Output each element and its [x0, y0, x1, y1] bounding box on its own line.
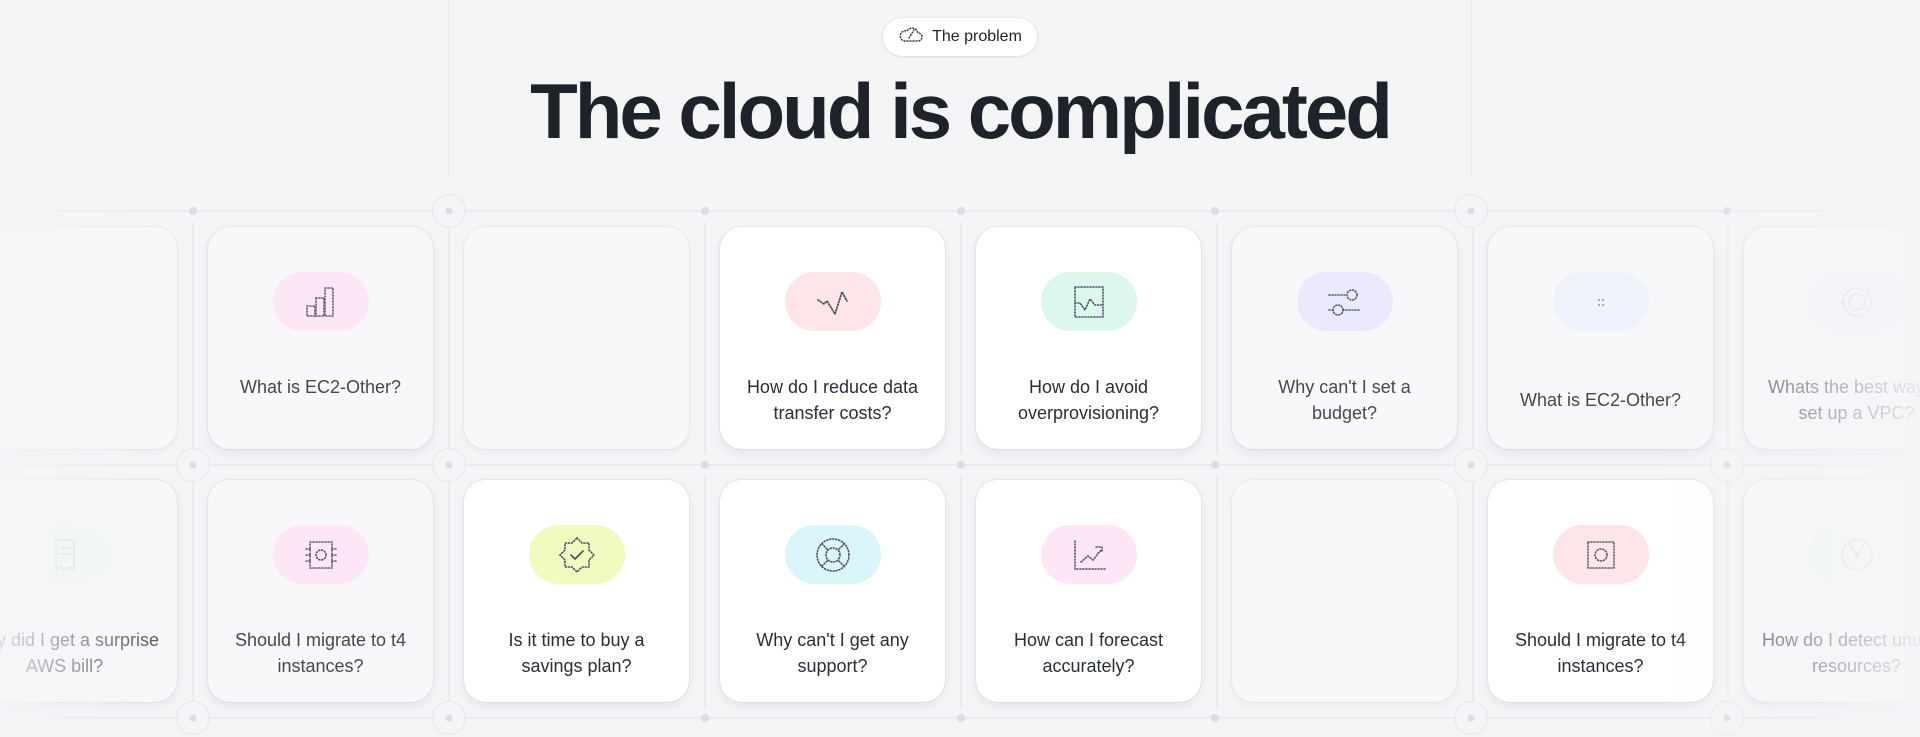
question-card[interactable]: Is it time to buy a savings plan? [464, 480, 689, 702]
question-text: Should I migrate to t4 instances? [234, 630, 407, 676]
question-card[interactable]: What is EC2-Other? [208, 227, 433, 449]
grid-junction [701, 461, 709, 469]
grid-line [960, 476, 962, 708]
question-card [1232, 480, 1457, 702]
grid-line [1216, 222, 1218, 454]
grid-junction [189, 207, 197, 215]
receipt-icon [54, 538, 75, 571]
question-text: Why can't I get any support? [756, 630, 909, 676]
icon-pill [1552, 525, 1649, 584]
question-card[interactable]: Whats the best way to set up a VPC? [1744, 227, 1920, 449]
grid-junction [1454, 448, 1488, 482]
question-text: What is EC2-Other? [239, 377, 402, 397]
grid-junction [957, 207, 965, 215]
icon-pill [784, 272, 881, 331]
question-card[interactable]: Should I migrate to t4 instances? [1488, 480, 1713, 702]
badge-check-icon [558, 536, 595, 573]
lifebuoy-icon [815, 537, 850, 572]
radar-icon [1840, 538, 1873, 571]
grid-junction [1211, 461, 1219, 469]
question-text: Is it time to buy a savings plan? [508, 630, 645, 676]
target-icon [1837, 286, 1876, 317]
grid-line [704, 222, 706, 454]
question-card[interactable]: Why did I get a surprise AWS bill? [0, 480, 177, 702]
grid-junction [432, 701, 466, 735]
question-text: Should I migrate to t4 instances? [1514, 630, 1687, 676]
grid-line [1727, 222, 1729, 454]
grid-line [448, 476, 450, 708]
icon-pill [1040, 525, 1137, 584]
question-text: Why can't I set a budget? [1278, 377, 1411, 423]
grid-junction [1710, 448, 1744, 482]
icon-pill [1296, 272, 1393, 331]
dots-icon [1597, 298, 1604, 306]
grid-junction [1710, 701, 1744, 735]
grid-junction [957, 461, 965, 469]
grid-junction [701, 714, 709, 722]
zigzag-line-icon [816, 289, 848, 316]
grid-line [30, 210, 1880, 212]
grid-junction [701, 207, 709, 215]
grid-line [192, 222, 194, 454]
grid-line [10, 464, 1890, 466]
grid-line [704, 476, 706, 708]
grid-line [192, 476, 194, 708]
cpu-chip-icon [1586, 540, 1615, 569]
icon-pill [1552, 272, 1649, 331]
icon-pill [528, 525, 625, 584]
grid-line [1472, 222, 1474, 454]
grid-junction [176, 701, 210, 735]
question-card[interactable]: Why can't I set a budget? [1232, 227, 1457, 449]
grid-line [1472, 476, 1474, 708]
cpu-chip-icon [304, 540, 337, 569]
question-card[interactable]: How do I detect unused resources? [1744, 480, 1920, 702]
question-text: Why did I get a surprise AWS bill? [0, 630, 160, 676]
sliders-toggle-icon [1327, 288, 1362, 316]
question-text: How can I forecast accurately? [1013, 630, 1164, 676]
badge-label: The problem [932, 28, 1022, 45]
icon-pill [1040, 272, 1137, 331]
question-card[interactable]: Why can't I get any support? [720, 480, 945, 702]
grid-line [1727, 476, 1729, 708]
question-card[interactable]: How can I forecast accurately? [976, 480, 1201, 702]
grid-junction [1723, 207, 1731, 215]
cloud-icon [898, 24, 924, 51]
page-title: The cloud is complicated [530, 67, 1393, 155]
question-text: How do I detect unused resources? [1761, 630, 1920, 676]
question-card [0, 227, 177, 449]
grid-junction [957, 714, 965, 722]
grid-junction [1454, 194, 1488, 228]
question-card[interactable]: How do I avoid overprovisioning? [976, 227, 1201, 449]
bar-chart-icon [305, 286, 334, 317]
section-badge: The problem [883, 18, 1037, 56]
question-card[interactable]: Should I migrate to t4 instances? [208, 480, 433, 702]
question-card [464, 227, 689, 449]
question-text: How do I reduce data transfer costs? [746, 377, 919, 423]
grid-junction [432, 194, 466, 228]
icon-pill [1808, 272, 1905, 331]
grid-line [448, 222, 450, 454]
icon-pill [1808, 525, 1905, 584]
grid-junction [1454, 701, 1488, 735]
question-text: What is EC2-Other? [1519, 390, 1682, 410]
trend-chart-icon [1073, 539, 1106, 570]
grid-junction [176, 448, 210, 482]
grid-line [10, 717, 1890, 719]
question-text: How do I avoid overprovisioning? [1017, 377, 1160, 423]
icon-pill [272, 525, 369, 584]
icon-pill [16, 525, 113, 584]
grid-junction [432, 448, 466, 482]
grid-line [1216, 476, 1218, 708]
icon-pill [784, 525, 881, 584]
grid-junction [1211, 207, 1219, 215]
grid-junction [1211, 714, 1219, 722]
icon-pill [272, 272, 369, 331]
question-card[interactable]: How do I reduce data transfer costs? [720, 227, 945, 449]
line-chart-box-icon [1073, 285, 1104, 318]
question-text: Whats the best way to set up a VPC? [1767, 377, 1920, 423]
grid-line [960, 222, 962, 454]
question-card[interactable]: What is EC2-Other? [1488, 227, 1713, 449]
